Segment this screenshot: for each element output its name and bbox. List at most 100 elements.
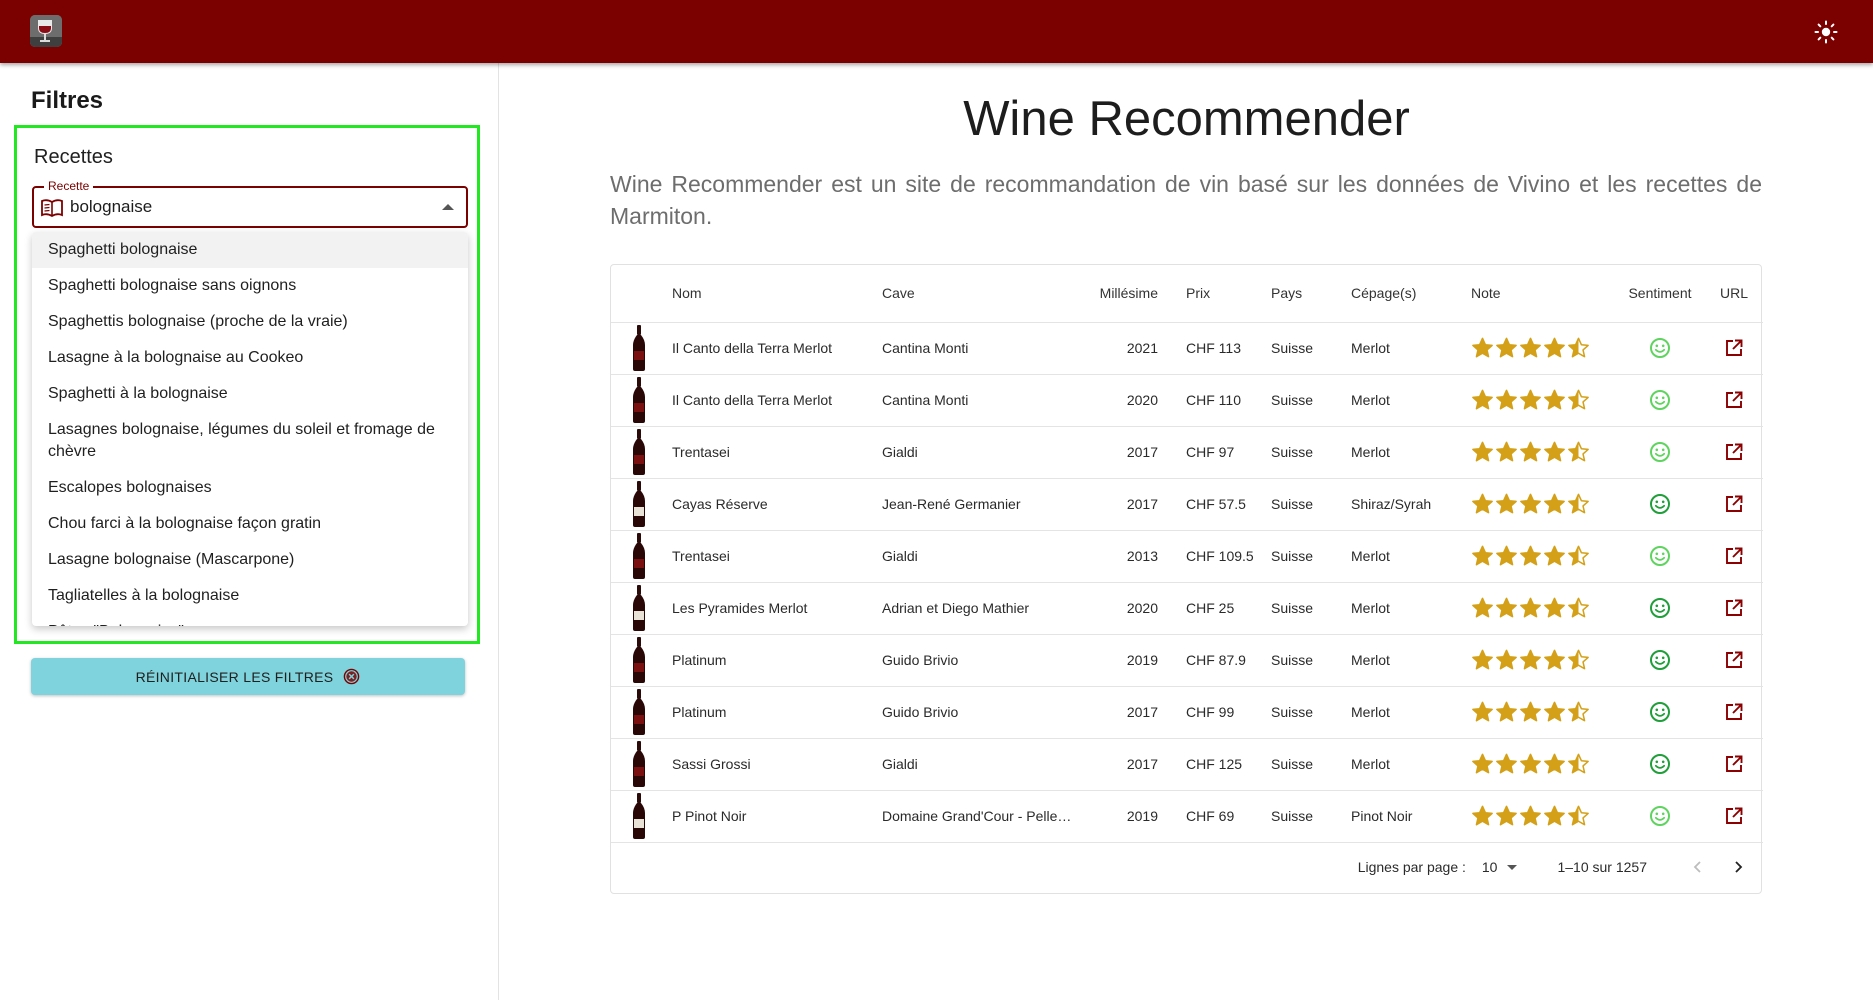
- wine-name: P Pinot Noir: [666, 790, 876, 843]
- wine-prix: CHF 113: [1164, 322, 1265, 375]
- theme-toggle-button[interactable]: [1809, 15, 1843, 49]
- open-in-new-icon[interactable]: [1724, 390, 1744, 410]
- recipes-filter-panel: Recettes Recette Spaghetti bolognaise Sp…: [14, 125, 480, 644]
- open-in-new-icon[interactable]: [1724, 702, 1744, 722]
- header-prix[interactable]: Prix: [1164, 265, 1265, 323]
- rating-stars: [1471, 805, 1609, 827]
- recipe-option[interactable]: Escalopes bolognaises: [32, 470, 468, 506]
- recipe-search-input[interactable]: [70, 196, 410, 218]
- table-row[interactable]: Trentasei Gialdi 2013 CHF 109.5 Suisse Merlot: [611, 530, 1763, 583]
- wine-table: Nom Cave Millésime Prix Pays Cépage(s) N…: [611, 265, 1763, 843]
- rows-per-page-select[interactable]: 10: [1482, 859, 1518, 875]
- wine-note: [1465, 478, 1615, 531]
- wine-bottle-cell: [611, 530, 666, 583]
- header-nom[interactable]: Nom: [666, 265, 876, 323]
- star-icon: [1520, 389, 1541, 410]
- recipe-option[interactable]: Tagliatelles à la bolognaise: [32, 578, 468, 614]
- header-image: [611, 265, 666, 323]
- wine-note: [1465, 582, 1615, 635]
- reset-filters-button[interactable]: RÉINITIALISER LES FILTRES: [31, 658, 465, 695]
- table-header-row: Nom Cave Millésime Prix Pays Cépage(s) N…: [611, 265, 1763, 323]
- open-in-new-icon[interactable]: [1724, 546, 1744, 566]
- header-cepage[interactable]: Cépage(s): [1345, 265, 1465, 323]
- recipe-option[interactable]: Lasagnes bolognaise, légumes du soleil e…: [32, 412, 468, 470]
- header-note[interactable]: Note: [1465, 265, 1615, 323]
- open-in-new-icon[interactable]: [1724, 598, 1744, 618]
- wine-prix: CHF 97: [1164, 426, 1265, 479]
- table-row[interactable]: Il Canto della Terra Merlot Cantina Monti…: [611, 322, 1763, 375]
- table-row[interactable]: Sassi Grossi Gialdi 2017 CHF 125 Suisse Merlo…: [611, 738, 1763, 791]
- wine-note: [1465, 426, 1615, 479]
- wine-cave: Cantina Monti: [876, 374, 1084, 427]
- star-icon: [1472, 753, 1493, 774]
- wine-bottle-cell: [611, 790, 666, 843]
- recipe-option[interactable]: Lasagne bolognaise (Mascarpone): [32, 542, 468, 578]
- recipe-option[interactable]: Spaghetti bolognaise sans oignons: [32, 268, 468, 304]
- header-millesime[interactable]: Millésime: [1084, 265, 1164, 323]
- wine-pays: Suisse: [1265, 478, 1345, 531]
- wine-sentiment: [1615, 322, 1705, 375]
- wine-sentiment: [1615, 738, 1705, 791]
- wine-cepage: Pinot Noir: [1345, 790, 1465, 843]
- wine-bottle-cell: [611, 322, 666, 375]
- table-row[interactable]: Platinum Guido Brivio 2017 CHF 99 Suisse Merl…: [611, 686, 1763, 739]
- wine-millesime: 2021: [1084, 322, 1164, 375]
- recipe-option[interactable]: Lasagne à la bolognaise au Cookeo: [32, 340, 468, 376]
- wine-bottle-cell: [611, 478, 666, 531]
- wine-name: Platinum: [666, 686, 876, 739]
- wine-glass-logo[interactable]: [30, 15, 62, 47]
- wine-name: Platinum: [666, 634, 876, 687]
- rows-per-page-label: Lignes par page :: [1357, 859, 1466, 875]
- wine-note: [1465, 686, 1615, 739]
- recipe-option[interactable]: Spaghetti à la bolognaise: [32, 376, 468, 412]
- table-row[interactable]: Trentasei Gialdi 2017 CHF 97 Suisse Merlot: [611, 426, 1763, 479]
- table-row[interactable]: Les Pyramides Merlot Adrian et Diego Math…: [611, 582, 1763, 635]
- smile-icon: [1650, 442, 1670, 462]
- chevron-right-icon: [1735, 861, 1743, 873]
- wine-millesime: 2020: [1084, 374, 1164, 427]
- star-icon: [1568, 337, 1589, 358]
- wine-pays: Suisse: [1265, 634, 1345, 687]
- wine-pays: Suisse: [1265, 582, 1345, 635]
- table-row[interactable]: Cayas Réserve Jean-René Germanier 2017 CHF …: [611, 478, 1763, 531]
- open-in-new-icon[interactable]: [1724, 754, 1744, 774]
- star-icon: [1496, 545, 1517, 566]
- header-sentiment[interactable]: Sentiment: [1615, 265, 1705, 323]
- star-icon: [1472, 805, 1493, 826]
- wine-cepage: Merlot: [1345, 738, 1465, 791]
- wine-bottle-cell: [611, 374, 666, 427]
- recipe-autocomplete[interactable]: Recette: [32, 179, 468, 228]
- header-pays[interactable]: Pays: [1265, 265, 1345, 323]
- open-in-new-icon[interactable]: [1724, 338, 1744, 358]
- open-in-new-icon[interactable]: [1724, 442, 1744, 462]
- table-row[interactable]: Il Canto della Terra Merlot Cantina Monti…: [611, 374, 1763, 427]
- header-cave[interactable]: Cave: [876, 265, 1084, 323]
- open-in-new-icon[interactable]: [1724, 494, 1744, 514]
- wine-prix: CHF 110: [1164, 374, 1265, 427]
- open-in-new-icon[interactable]: [1724, 806, 1744, 826]
- recipe-option[interactable]: Spaghetti bolognaise: [32, 232, 468, 268]
- recipe-option[interactable]: Chou farci à la bolognaise façon gratin: [32, 506, 468, 542]
- previous-page-button[interactable]: [1683, 852, 1713, 882]
- table-row[interactable]: Platinum Guido Brivio 2019 CHF 87.9 Suisse Me…: [611, 634, 1763, 687]
- recipe-option[interactable]: Spaghettis bolognaise (proche de la vrai…: [32, 304, 468, 340]
- wine-prix: CHF 99: [1164, 686, 1265, 739]
- star-icon: [1520, 753, 1541, 774]
- star-icon: [1568, 389, 1589, 410]
- wine-cepage: Merlot: [1345, 530, 1465, 583]
- dropdown-arrow-icon[interactable]: [442, 204, 454, 210]
- next-page-button[interactable]: [1723, 852, 1753, 882]
- open-in-new-icon[interactable]: [1724, 650, 1744, 670]
- wine-pays: Suisse: [1265, 322, 1345, 375]
- wine-name: Sassi Grossi: [666, 738, 876, 791]
- recipe-option[interactable]: Pâtes "Bolognaise": [32, 614, 468, 626]
- wine-url: [1705, 374, 1763, 427]
- rating-stars: [1471, 441, 1609, 463]
- wine-bottle-image: [632, 533, 645, 579]
- wine-sentiment: [1615, 582, 1705, 635]
- header-url[interactable]: URL: [1705, 265, 1763, 323]
- wine-name: Il Canto della Terra Merlot: [666, 374, 876, 427]
- table-row[interactable]: P Pinot Noir Domaine Grand'Cour - Pelle… 2…: [611, 790, 1763, 843]
- wine-millesime: 2019: [1084, 634, 1164, 687]
- wine-prix: CHF 87.9: [1164, 634, 1265, 687]
